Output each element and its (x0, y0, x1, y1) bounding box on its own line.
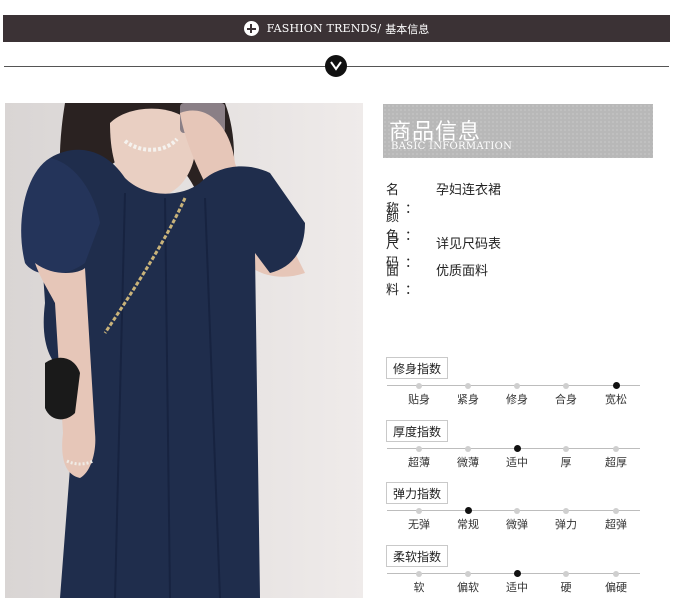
scale-option-label: 无弹 (408, 518, 430, 531)
scale-option-label: 微弹 (506, 518, 528, 531)
product-photo (5, 103, 363, 598)
scale-option-label: 微薄 (457, 456, 479, 469)
scale-option-label: 偏软 (457, 581, 479, 594)
scale-dot (563, 382, 569, 389)
scale-dot (465, 445, 471, 452)
scale-option-label: 贴身 (408, 393, 430, 406)
scale-dot (416, 445, 422, 452)
scale-option-label: 紧身 (457, 393, 479, 406)
index-title: 修身指数 (386, 357, 448, 379)
scale-option-label: 超薄 (408, 456, 430, 469)
scale-option-label: 合身 (555, 393, 577, 406)
scale-dot (563, 445, 569, 452)
scale-option-label: 适中 (506, 581, 528, 594)
scale-dot (416, 570, 422, 577)
scale-dot (514, 507, 520, 514)
index-title: 柔软指数 (386, 545, 448, 567)
scale-dot (613, 570, 619, 577)
scale-option-label: 厚 (560, 456, 572, 469)
top-banner: FASHION TRENDS/ 基本信息 (3, 15, 670, 42)
plus-circle-icon (243, 21, 259, 36)
scale-option-label: 常规 (457, 518, 479, 531)
scale-dot-selected (464, 507, 472, 514)
banner-title-en: FASHION TRENDS/ (266, 22, 382, 35)
scale-option-label: 超厚 (605, 456, 627, 469)
basic-information-header: 商品信息 BASIC INFORMATION (383, 104, 653, 158)
scale-option-label: 软 (413, 581, 425, 594)
scale-dot (465, 382, 471, 389)
index-title: 弹力指数 (386, 482, 448, 504)
scale-dot (613, 507, 619, 514)
spec-value: 优质面料 (436, 264, 489, 279)
index-title: 厚度指数 (386, 420, 448, 442)
scale-dot-selected (513, 445, 521, 452)
scale-dot (613, 445, 619, 452)
scale-dot-selected (612, 382, 620, 389)
spec-label: 面 料： (386, 264, 425, 298)
scale-option-label: 弹力 (555, 518, 577, 531)
scale-option-label: 硬 (560, 581, 572, 594)
scale-dot (416, 507, 422, 514)
scale-dot-selected (513, 570, 521, 577)
scale-option-label: 宽松 (605, 393, 627, 406)
scale-dot (416, 382, 422, 389)
scale-dot (465, 570, 471, 577)
scale-option-label: 修身 (506, 393, 528, 406)
info-header-title-en: BASIC INFORMATION (391, 141, 513, 152)
scale-option-label: 偏硬 (605, 581, 627, 594)
scale-option-label: 适中 (506, 456, 528, 469)
scale-option-label: 超弹 (605, 518, 627, 531)
spec-value: 孕妇连衣裙 (436, 183, 502, 198)
banner-title-cn: 基本信息 (385, 22, 430, 36)
scale-dot (563, 570, 569, 577)
scale-dot (514, 382, 520, 389)
scale-dot (563, 507, 569, 514)
chevron-down-icon (325, 55, 347, 77)
spec-row-fabric: 面 料： 优质面料 (386, 260, 488, 298)
